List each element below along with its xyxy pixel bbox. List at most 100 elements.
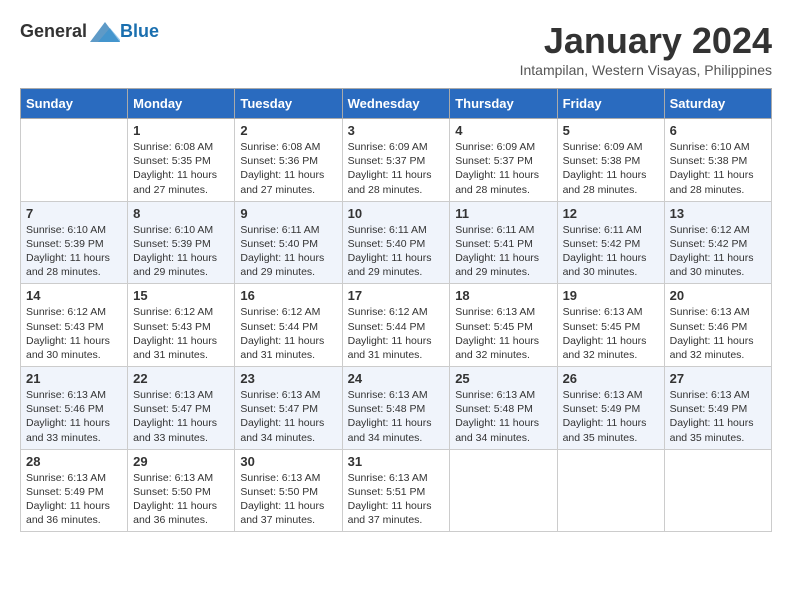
calendar-cell	[557, 449, 664, 532]
day-info: Sunrise: 6:08 AMSunset: 5:36 PMDaylight:…	[240, 140, 336, 197]
day-number: 26	[563, 371, 659, 386]
page-header: General Blue January 2024 Intampilan, We…	[20, 20, 772, 78]
day-info: Sunrise: 6:13 AMSunset: 5:51 PMDaylight:…	[348, 471, 445, 528]
day-info: Sunrise: 6:12 AMSunset: 5:44 PMDaylight:…	[240, 305, 336, 362]
calendar-cell: 29 Sunrise: 6:13 AMSunset: 5:50 PMDayligh…	[128, 449, 235, 532]
day-number: 15	[133, 288, 229, 303]
logo-icon	[90, 20, 120, 42]
day-info: Sunrise: 6:13 AMSunset: 5:49 PMDaylight:…	[670, 388, 766, 445]
day-info: Sunrise: 6:13 AMSunset: 5:46 PMDaylight:…	[26, 388, 122, 445]
days-header-row: SundayMondayTuesdayWednesdayThursdayFrid…	[21, 89, 772, 119]
day-number: 17	[348, 288, 445, 303]
day-info: Sunrise: 6:13 AMSunset: 5:48 PMDaylight:…	[348, 388, 445, 445]
calendar-cell: 1 Sunrise: 6:08 AMSunset: 5:35 PMDaylight…	[128, 119, 235, 202]
calendar-cell: 24 Sunrise: 6:13 AMSunset: 5:48 PMDayligh…	[342, 367, 450, 450]
day-info: Sunrise: 6:12 AMSunset: 5:43 PMDaylight:…	[26, 305, 122, 362]
day-number: 16	[240, 288, 336, 303]
day-info: Sunrise: 6:08 AMSunset: 5:35 PMDaylight:…	[133, 140, 229, 197]
calendar-cell: 4Sunrise: 6:09 AMSunset: 5:37 PMDaylight…	[450, 119, 557, 202]
day-header-tuesday: Tuesday	[235, 89, 342, 119]
day-header-saturday: Saturday	[664, 89, 771, 119]
day-number: 24	[348, 371, 445, 386]
day-number: 31	[348, 454, 445, 469]
calendar-cell: 25 Sunrise: 6:13 AMSunset: 5:48 PMDayligh…	[450, 367, 557, 450]
day-info: Sunrise: 6:13 AMSunset: 5:45 PMDaylight:…	[563, 305, 659, 362]
day-header-sunday: Sunday	[21, 89, 128, 119]
calendar-cell: 22 Sunrise: 6:13 AMSunset: 5:47 PMDayligh…	[128, 367, 235, 450]
calendar-cell: 12 Sunrise: 6:11 AMSunset: 5:42 PMDayligh…	[557, 201, 664, 284]
calendar-cell: 18 Sunrise: 6:13 AMSunset: 5:45 PMDayligh…	[450, 284, 557, 367]
day-info: Sunrise: 6:12 AMSunset: 5:44 PMDaylight:…	[348, 305, 445, 362]
day-number: 13	[670, 206, 766, 221]
day-number: 14	[26, 288, 122, 303]
day-info: Sunrise: 6:10 AMSunset: 5:38 PMDaylight:…	[670, 140, 766, 197]
month-title: January 2024	[520, 20, 772, 62]
calendar-cell: 17 Sunrise: 6:12 AMSunset: 5:44 PMDayligh…	[342, 284, 450, 367]
day-info: Sunrise: 6:12 AMSunset: 5:43 PMDaylight:…	[133, 305, 229, 362]
day-info: Sunrise: 6:13 AMSunset: 5:49 PMDaylight:…	[563, 388, 659, 445]
calendar-cell: 11 Sunrise: 6:11 AMSunset: 5:41 PMDayligh…	[450, 201, 557, 284]
day-header-friday: Friday	[557, 89, 664, 119]
day-number: 18	[455, 288, 551, 303]
day-number: 5	[563, 123, 659, 138]
day-info: Sunrise: 6:13 AMSunset: 5:47 PMDaylight:…	[133, 388, 229, 445]
day-header-monday: Monday	[128, 89, 235, 119]
calendar-cell: 14 Sunrise: 6:12 AMSunset: 5:43 PMDayligh…	[21, 284, 128, 367]
day-number: 8	[133, 206, 229, 221]
day-header-thursday: Thursday	[450, 89, 557, 119]
logo-general-text: General	[20, 21, 87, 42]
location-subtitle: Intampilan, Western Visayas, Philippines	[520, 62, 772, 78]
day-number: 11	[455, 206, 551, 221]
calendar-cell	[450, 449, 557, 532]
calendar-cell: 20Sunrise: 6:13 AMSunset: 5:46 PMDayligh…	[664, 284, 771, 367]
day-info: Sunrise: 6:09 AMSunset: 5:37 PMDaylight:…	[348, 140, 445, 197]
day-number: 28	[26, 454, 122, 469]
title-area: January 2024 Intampilan, Western Visayas…	[520, 20, 772, 78]
day-info: Sunrise: 6:11 AMSunset: 5:40 PMDaylight:…	[348, 223, 445, 280]
day-info: Sunrise: 6:10 AMSunset: 5:39 PMDaylight:…	[133, 223, 229, 280]
calendar-cell: 19 Sunrise: 6:13 AMSunset: 5:45 PMDayligh…	[557, 284, 664, 367]
day-info: Sunrise: 6:11 AMSunset: 5:42 PMDaylight:…	[563, 223, 659, 280]
day-number: 23	[240, 371, 336, 386]
day-number: 2	[240, 123, 336, 138]
day-number: 4	[455, 123, 551, 138]
calendar-cell: 9Sunrise: 6:11 AMSunset: 5:40 PMDaylight…	[235, 201, 342, 284]
calendar-cell: 15 Sunrise: 6:12 AMSunset: 5:43 PMDayligh…	[128, 284, 235, 367]
week-row-1: 1 Sunrise: 6:08 AMSunset: 5:35 PMDaylight…	[21, 119, 772, 202]
calendar-cell: 10 Sunrise: 6:11 AMSunset: 5:40 PMDayligh…	[342, 201, 450, 284]
day-number: 1	[133, 123, 229, 138]
day-number: 29	[133, 454, 229, 469]
calendar-cell: 26 Sunrise: 6:13 AMSunset: 5:49 PMDayligh…	[557, 367, 664, 450]
week-row-4: 21Sunrise: 6:13 AMSunset: 5:46 PMDayligh…	[21, 367, 772, 450]
week-row-3: 14 Sunrise: 6:12 AMSunset: 5:43 PMDayligh…	[21, 284, 772, 367]
day-info: Sunrise: 6:09 AMSunset: 5:38 PMDaylight:…	[563, 140, 659, 197]
day-info: Sunrise: 6:11 AMSunset: 5:41 PMDaylight:…	[455, 223, 551, 280]
calendar-cell: 16 Sunrise: 6:12 AMSunset: 5:44 PMDayligh…	[235, 284, 342, 367]
day-info: Sunrise: 6:13 AMSunset: 5:47 PMDaylight:…	[240, 388, 336, 445]
day-number: 9	[240, 206, 336, 221]
day-number: 7	[26, 206, 122, 221]
day-number: 10	[348, 206, 445, 221]
week-row-5: 28 Sunrise: 6:13 AMSunset: 5:49 PMDayligh…	[21, 449, 772, 532]
calendar-cell	[21, 119, 128, 202]
day-info: Sunrise: 6:13 AMSunset: 5:49 PMDaylight:…	[26, 471, 122, 528]
calendar-cell: 2 Sunrise: 6:08 AMSunset: 5:36 PMDaylight…	[235, 119, 342, 202]
day-info: Sunrise: 6:10 AMSunset: 5:39 PMDaylight:…	[26, 223, 122, 280]
day-number: 22	[133, 371, 229, 386]
day-number: 12	[563, 206, 659, 221]
day-number: 27	[670, 371, 766, 386]
week-row-2: 7 Sunrise: 6:10 AMSunset: 5:39 PMDaylight…	[21, 201, 772, 284]
day-info: Sunrise: 6:13 AMSunset: 5:50 PMDaylight:…	[133, 471, 229, 528]
day-info: Sunrise: 6:13 AMSunset: 5:45 PMDaylight:…	[455, 305, 551, 362]
day-number: 6	[670, 123, 766, 138]
day-info: Sunrise: 6:13 AMSunset: 5:48 PMDaylight:…	[455, 388, 551, 445]
day-number: 25	[455, 371, 551, 386]
day-number: 20	[670, 288, 766, 303]
calendar-cell: 23 Sunrise: 6:13 AMSunset: 5:47 PMDayligh…	[235, 367, 342, 450]
logo: General Blue	[20, 20, 159, 42]
calendar-cell: 21Sunrise: 6:13 AMSunset: 5:46 PMDayligh…	[21, 367, 128, 450]
day-number: 19	[563, 288, 659, 303]
calendar-cell: 8 Sunrise: 6:10 AMSunset: 5:39 PMDaylight…	[128, 201, 235, 284]
calendar-cell	[664, 449, 771, 532]
day-header-wednesday: Wednesday	[342, 89, 450, 119]
